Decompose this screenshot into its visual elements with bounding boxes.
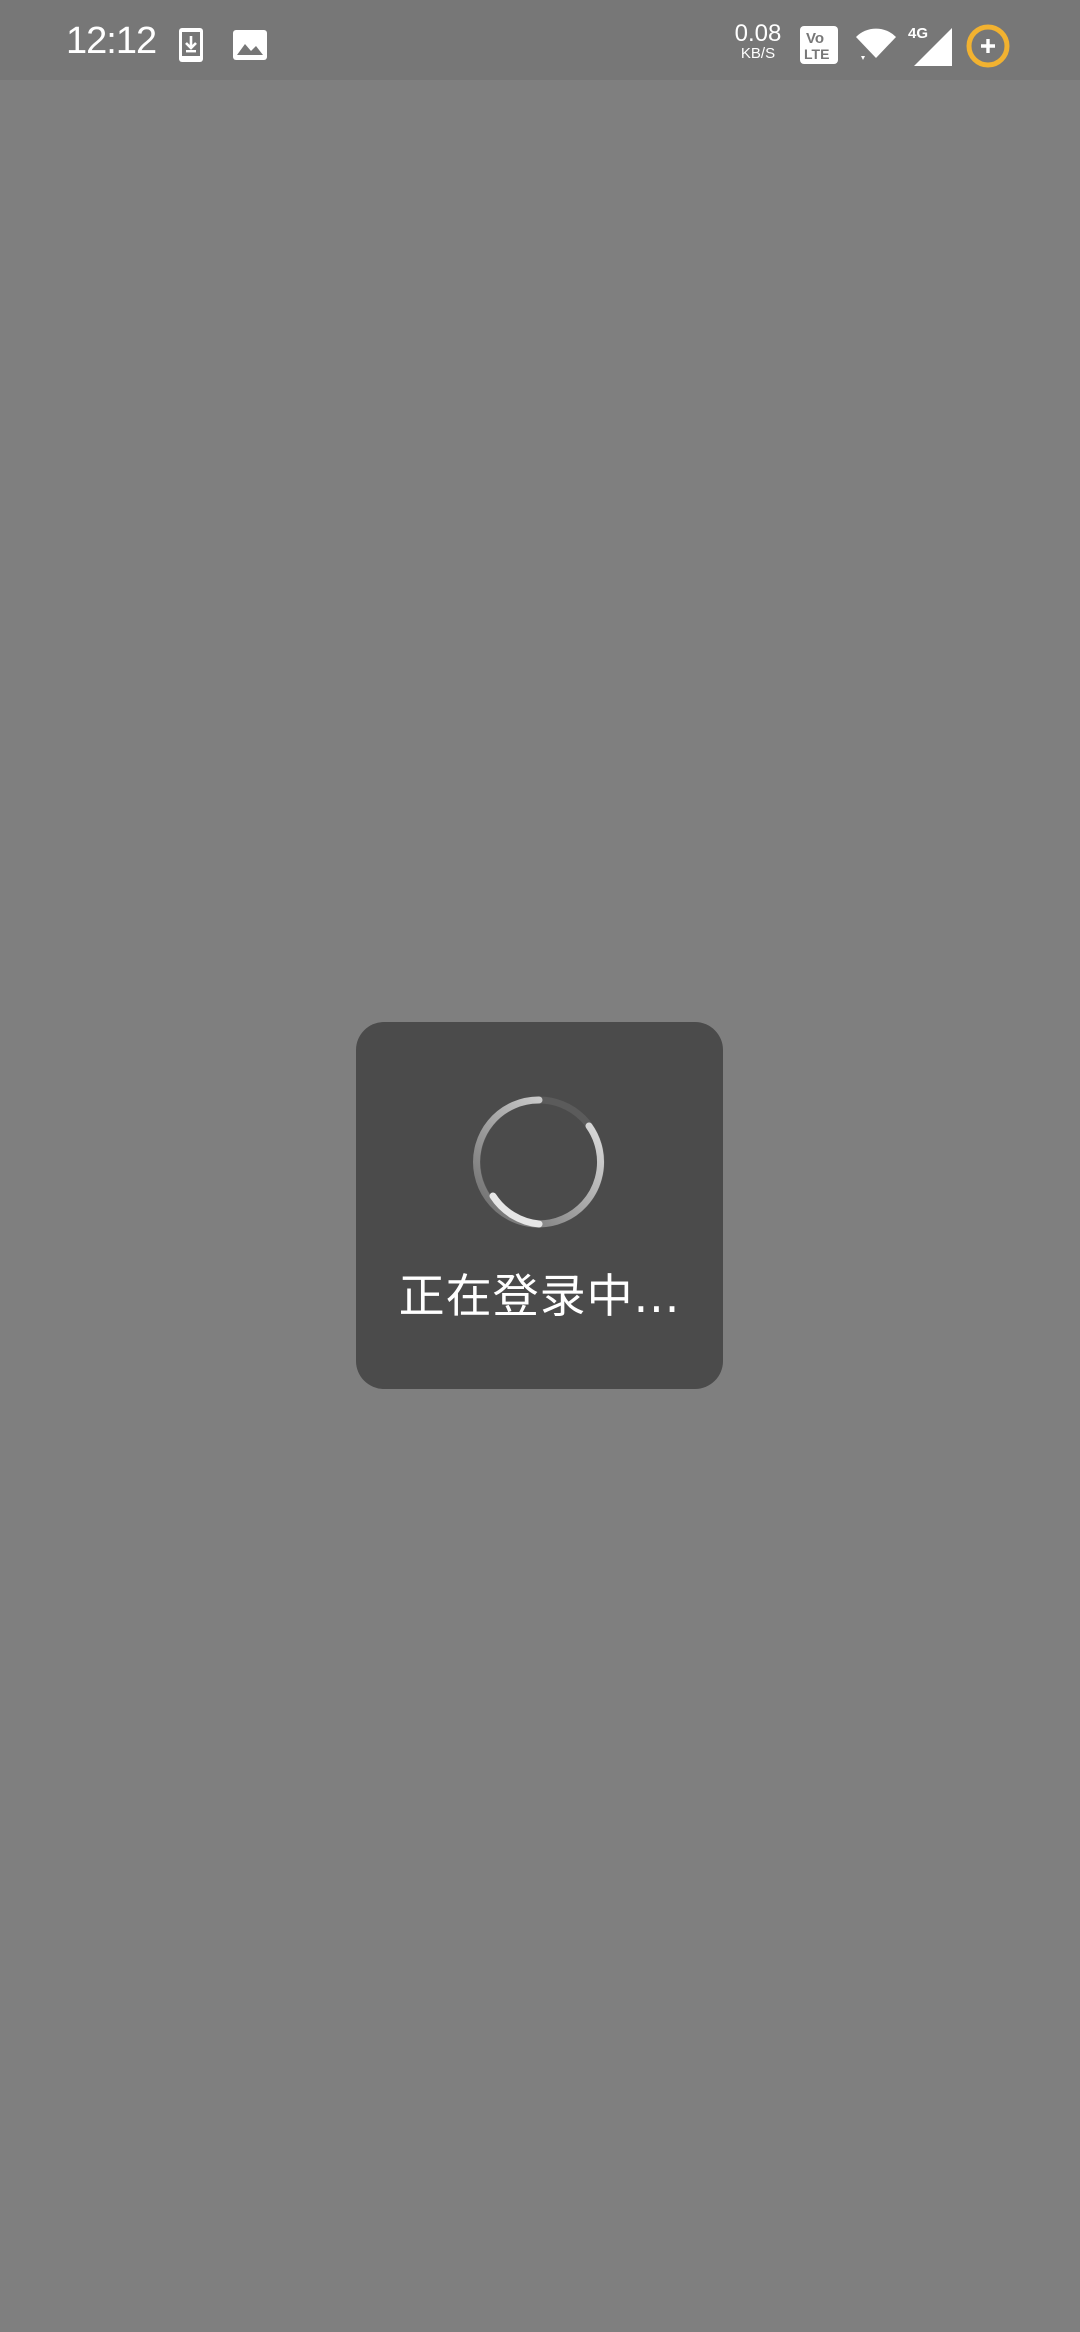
signal-icon: 4G [908,25,952,66]
image-icon [233,30,267,60]
network-speed-value: 0.08 [734,20,782,47]
loading-dialog: 正在登录中... [356,1022,723,1389]
status-bar: 12:12 0.08 KB/S Vo LTE 4G [0,0,1080,80]
volte-icon: Vo LTE [800,26,838,64]
status-time: 12:12 [66,20,157,62]
loading-message: 正在登录中... [398,1269,681,1323]
loading-spinner-icon [473,1096,605,1228]
add-icon[interactable] [966,24,1010,68]
volte-icon-top: Vo [806,30,824,47]
wifi-icon [856,28,896,60]
network-type: 4G [908,25,928,42]
volte-icon-bottom: LTE [804,46,829,62]
download-icon [179,28,203,62]
network-speed-unit: KB/S [740,45,776,62]
network-speed: 0.08 KB/S [730,22,786,62]
screen: 12:12 0.08 KB/S Vo LTE 4G 正在登录中... [0,0,1080,2332]
